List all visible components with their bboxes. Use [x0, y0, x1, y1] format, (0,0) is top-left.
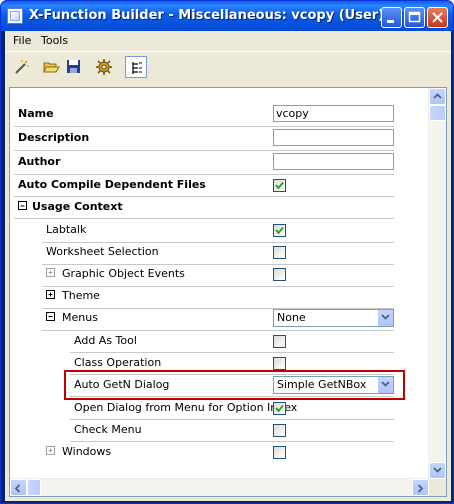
row-open-dialog: Open Dialog from Menu for Option Index — [10, 397, 424, 419]
menu-tools[interactable]: Tools — [36, 33, 73, 48]
save-disk-icon — [67, 60, 80, 73]
save-button[interactable] — [63, 56, 85, 78]
author-field[interactable] — [273, 153, 394, 170]
row-windows: Windows — [10, 441, 424, 463]
property-grid: Name vcopy Description Author Auto Compi… — [9, 87, 447, 497]
check-icon — [275, 181, 284, 190]
maximize-button[interactable] — [404, 7, 425, 28]
expand-graphic-object-events-button[interactable] — [46, 268, 55, 277]
row-worksheet-selection: Worksheet Selection — [10, 241, 424, 263]
chevron-up-icon — [433, 93, 442, 99]
client-area: File Tools Name vcopy Description Author… — [5, 31, 451, 501]
worksheet-selection-checkbox[interactable] — [273, 246, 286, 259]
scroll-down-button[interactable] — [429, 462, 446, 479]
minus-icon — [20, 205, 25, 207]
new-button[interactable] — [11, 56, 33, 78]
scrollbar-corner — [429, 479, 446, 496]
vertical-scroll-thumb[interactable] — [429, 105, 446, 121]
scroll-right-button[interactable] — [412, 479, 429, 496]
check-icon — [275, 404, 284, 413]
open-dialog-label: Open Dialog from Menu for Option Index — [74, 401, 298, 414]
row-auto-compile: Auto Compile Dependent Files — [10, 174, 424, 196]
toolbar — [5, 51, 451, 82]
graphic-object-events-label: Graphic Object Events — [62, 267, 185, 280]
window-title: X-Function Builder - Miscellaneous: vcop… — [29, 8, 385, 23]
new-wand-icon — [15, 60, 29, 74]
add-as-tool-label: Add As Tool — [74, 334, 137, 347]
menus-label: Menus — [62, 311, 98, 324]
row-description: Description — [10, 127, 424, 149]
open-folder-icon — [43, 62, 60, 73]
add-as-tool-checkbox[interactable] — [273, 335, 286, 348]
chevron-down-icon — [381, 314, 390, 320]
scroll-up-button[interactable] — [429, 88, 446, 105]
dropdown-arrow[interactable] — [377, 310, 393, 326]
name-field[interactable]: vcopy — [273, 105, 394, 122]
windows-label: Windows — [62, 445, 112, 458]
row-labtalk: Labtalk — [10, 219, 424, 241]
name-label: Name — [18, 107, 54, 120]
theme-label: Theme — [62, 289, 100, 302]
vertical-scrollbar[interactable] — [428, 88, 446, 479]
row-check-menu: Check Menu — [10, 419, 424, 441]
close-button[interactable] — [427, 7, 448, 28]
class-operation-checkbox[interactable] — [273, 357, 286, 370]
menus-dropdown-value: None — [277, 311, 306, 324]
tree-view-icon — [132, 62, 142, 74]
minimize-icon — [387, 20, 394, 23]
row-usage-context: Usage Context — [10, 196, 424, 218]
title-bar[interactable]: X-Function Builder - Miscellaneous: vcop… — [1, 1, 453, 31]
horizontal-scrollbar[interactable] — [10, 478, 429, 496]
graphic-object-events-checkbox[interactable] — [273, 268, 286, 281]
app-icon — [7, 8, 23, 24]
expand-theme-button[interactable] — [46, 290, 55, 299]
check-icon — [275, 226, 284, 235]
scroll-left-button[interactable] — [10, 479, 27, 496]
maximize-icon — [408, 11, 421, 23]
tree-view-button[interactable] — [125, 56, 147, 78]
labtalk-label: Labtalk — [46, 223, 87, 236]
description-label: Description — [18, 131, 90, 144]
author-label: Author — [18, 155, 61, 168]
expand-windows-button[interactable] — [46, 446, 55, 455]
row-add-as-tool: Add As Tool — [10, 330, 424, 352]
collapse-menus-button[interactable] — [46, 312, 55, 321]
menus-dropdown[interactable]: None — [273, 309, 394, 327]
plus-icon — [48, 448, 53, 453]
description-field[interactable] — [273, 129, 394, 146]
horizontal-scroll-thumb[interactable] — [27, 479, 41, 496]
open-button[interactable] — [41, 56, 63, 78]
collapse-usage-context-button[interactable] — [18, 201, 27, 210]
plus-icon — [48, 270, 53, 275]
auto-compile-label: Auto Compile Dependent Files — [18, 178, 206, 191]
close-icon — [432, 12, 443, 23]
check-menu-checkbox[interactable] — [273, 424, 286, 437]
minus-icon — [48, 316, 53, 317]
chevron-down-icon — [433, 467, 442, 473]
windows-checkbox[interactable] — [273, 446, 286, 459]
menu-bar: File Tools — [5, 31, 451, 49]
auto-compile-checkbox[interactable] — [273, 179, 286, 192]
chevron-left-icon — [14, 484, 21, 493]
labtalk-checkbox[interactable] — [273, 224, 286, 237]
usage-context-label: Usage Context — [32, 200, 123, 213]
plus-icon — [48, 292, 53, 297]
minimize-button[interactable] — [381, 7, 402, 28]
row-name: Name vcopy — [10, 103, 424, 125]
row-graphic-object-events: Graphic Object Events — [10, 263, 424, 285]
settings-gear-icon — [96, 59, 112, 75]
menu-file[interactable]: File — [8, 33, 36, 48]
row-author: Author — [10, 151, 424, 173]
settings-button[interactable] — [93, 56, 115, 78]
row-menus: Menus None — [10, 307, 424, 329]
highlight-box — [64, 370, 405, 400]
worksheet-selection-label: Worksheet Selection — [46, 245, 159, 258]
open-dialog-checkbox[interactable] — [273, 402, 286, 415]
app-window: X-Function Builder - Miscellaneous: vcop… — [0, 0, 454, 504]
row-theme: Theme — [10, 285, 424, 307]
check-menu-label: Check Menu — [74, 423, 142, 436]
chevron-right-icon — [417, 484, 424, 493]
